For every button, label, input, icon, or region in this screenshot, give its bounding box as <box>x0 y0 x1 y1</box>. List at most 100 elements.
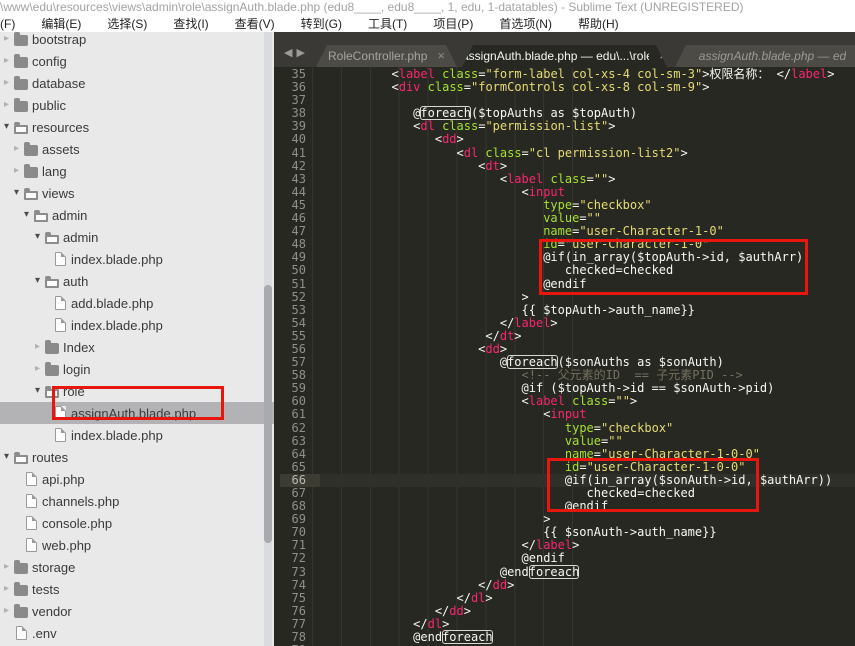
tree-item-label: routes <box>32 449 69 465</box>
disclosure-arrow-icon[interactable]: ▾ <box>14 182 24 204</box>
tree-item-resources[interactable]: ▾ resources <box>0 116 274 138</box>
close-icon[interactable]: × <box>437 46 445 66</box>
code-line-75[interactable]: 75 </dl> <box>280 591 855 605</box>
tree-item-.env[interactable]: .env <box>0 622 274 644</box>
file-icon <box>55 428 66 442</box>
code-text: <input <box>543 407 587 422</box>
code-line-55[interactable]: 55 </dt> <box>280 329 855 343</box>
tree-item-tests[interactable]: ▸ tests <box>0 578 274 600</box>
tree-item-console.php[interactable]: console.php <box>0 512 274 534</box>
disclosure-arrow-icon[interactable]: ▸ <box>4 600 14 622</box>
code-line-54[interactable]: 54 </label> <box>280 316 855 330</box>
tree-item-lang[interactable]: ▸ lang <box>0 160 274 182</box>
tab-nav-arrows[interactable]: ◀▶ <box>284 46 309 59</box>
tree-item-label: vendor <box>32 603 72 619</box>
disclosure-arrow-icon[interactable]: ▸ <box>4 556 14 578</box>
sidebar-scrollbar-thumb[interactable] <box>264 285 272 543</box>
tree-item-label: console.php <box>42 515 113 531</box>
tab-scroll-left-icon[interactable]: ◀ <box>284 47 296 59</box>
tree-item-admin[interactable]: ▾ admin <box>0 204 274 226</box>
disclosure-arrow-icon[interactable]: ▸ <box>35 358 45 380</box>
disclosure-arrow-icon[interactable]: ▸ <box>4 50 14 72</box>
code-line-43[interactable]: 43 <label class=""> <box>280 172 855 186</box>
code-line-72[interactable]: 72 @endif <box>280 552 855 565</box>
disclosure-arrow-icon[interactable]: ▾ <box>35 380 45 402</box>
disclosure-arrow-icon[interactable]: ▸ <box>14 160 24 182</box>
tree-item-assets[interactable]: ▸ assets <box>0 138 274 160</box>
disclosure-arrow-icon[interactable]: ▾ <box>35 226 45 248</box>
tree-item-channels.php[interactable]: channels.php <box>0 490 274 512</box>
folder-icon <box>24 163 38 178</box>
tab-RoleController.php[interactable]: RoleController.php × <box>316 45 457 67</box>
tree-item-label: bootstrap <box>32 32 87 47</box>
tree-item-routes[interactable]: ▾ routes <box>0 446 274 468</box>
tree-item-bootstrap[interactable]: ▸ bootstrap <box>0 32 274 50</box>
menu-item-工具(T)[interactable]: 工具(T) <box>355 16 420 32</box>
disclosure-arrow-icon[interactable]: ▾ <box>4 446 14 468</box>
line-number: 62 <box>291 420 306 435</box>
tree-item-database[interactable]: ▸ database <box>0 72 274 94</box>
code-text: <dt> <box>478 158 508 173</box>
tree-item-index.blade.php[interactable]: index.blade.php <box>0 248 274 270</box>
tree-item-storage[interactable]: ▸ storage <box>0 556 274 578</box>
tree-item-web.php[interactable]: web.php <box>0 534 274 556</box>
folder-icon <box>45 275 59 288</box>
code-line-53[interactable]: 53 {{ $topAuth->auth_name}} <box>280 302 855 317</box>
tab-assignAuth.blade.php — ed[interactable]: assignAuth.blade.php — ed <box>675 45 855 67</box>
line-number: 53 <box>291 302 306 317</box>
disclosure-arrow-icon[interactable]: ▸ <box>35 336 45 358</box>
tree-item-Index[interactable]: ▸ Index <box>0 336 274 358</box>
tree-item-login[interactable]: ▸ login <box>0 358 274 380</box>
disclosure-arrow-icon[interactable]: ▸ <box>4 578 14 600</box>
tree-item-label: auth <box>63 273 89 289</box>
menu-item-选择(S)[interactable]: 选择(S) <box>94 16 160 32</box>
line-number: 72 <box>291 551 306 566</box>
tree-item-add.blade.php[interactable]: add.blade.php <box>0 292 274 314</box>
menu-item-查找(I)[interactable]: 查找(I) <box>160 16 221 32</box>
tree-item-index.blade.php[interactable]: index.blade.php <box>0 314 274 336</box>
code-line-73[interactable]: 73 @endforeach <box>280 564 855 579</box>
disclosure-arrow-icon[interactable]: ▸ <box>4 94 14 116</box>
code-line-76[interactable]: 76 </dd> <box>280 604 855 618</box>
file-icon <box>55 252 66 266</box>
window-title: \www\edu\resources\views\admin\role\assi… <box>0 0 855 16</box>
menu-item-首选项(N)[interactable]: 首选项(N) <box>486 16 565 32</box>
code-line-36[interactable]: 36 <div class="formControls col-xs-8 col… <box>280 80 855 94</box>
tree-item-api.php[interactable]: api.php <box>0 468 274 490</box>
disclosure-arrow-icon[interactable]: ▸ <box>4 32 14 50</box>
disclosure-arrow-icon[interactable]: ▾ <box>35 270 45 292</box>
tab-label: assignAuth.blade.php — ed <box>698 49 847 63</box>
tree-item-index.blade.php[interactable]: index.blade.php <box>0 424 274 446</box>
menu-item-(F)[interactable]: (F) <box>0 16 28 32</box>
code-line-78[interactable]: 78 @endforeach <box>280 630 855 644</box>
menu-item-项目(P)[interactable]: 项目(P) <box>420 16 486 32</box>
tree-item-label: index.blade.php <box>71 427 163 443</box>
disclosure-arrow-icon[interactable]: ▸ <box>14 138 24 160</box>
line-number: 42 <box>291 158 306 173</box>
menu-item-帮助(H)[interactable]: 帮助(H) <box>565 16 632 32</box>
tree-item-public[interactable]: ▸ public <box>0 94 274 116</box>
menu-item-转到(G)[interactable]: 转到(G) <box>288 16 355 32</box>
disclosure-arrow-icon[interactable]: ▾ <box>24 204 34 226</box>
close-icon[interactable]: × <box>659 46 667 66</box>
code-line-41[interactable]: 41 <dl class="cl permission-list2"> <box>280 146 855 160</box>
code-text: <input <box>521 184 565 199</box>
tab-scroll-right-icon[interactable]: ▶ <box>296 47 308 59</box>
tree-item-views[interactable]: ▾ views <box>0 182 274 204</box>
menu-item-编辑(E)[interactable]: 编辑(E) <box>28 16 94 32</box>
tree-item-label: public <box>32 97 66 113</box>
tab-assignAuth.blade.php — edu\...\role[interactable]: assignAuth.blade.php — edu\...\role × <box>462 45 667 67</box>
menu-item-查看(V)[interactable]: 查看(V) <box>222 16 288 32</box>
disclosure-arrow-icon[interactable]: ▾ <box>4 116 14 138</box>
line-number: 65 <box>291 459 306 474</box>
code-text: @endforeach <box>499 564 580 579</box>
code-editor[interactable]: 35 <label class="form-label col-xs-4 col… <box>274 67 855 646</box>
sidebar-file-tree: ▸ bootstrap ▸ config ▸ database ▸ public ▾ resour… <box>0 32 274 646</box>
line-number: 50 <box>291 263 306 278</box>
tree-item-admin[interactable]: ▾ admin <box>0 226 274 248</box>
disclosure-arrow-icon[interactable]: ▸ <box>4 72 14 94</box>
tree-item-auth[interactable]: ▾ auth <box>0 270 274 292</box>
code-line-74[interactable]: 74 </dd> <box>280 578 855 592</box>
tree-item-config[interactable]: ▸ config <box>0 50 274 72</box>
tree-item-vendor[interactable]: ▸ vendor <box>0 600 274 622</box>
